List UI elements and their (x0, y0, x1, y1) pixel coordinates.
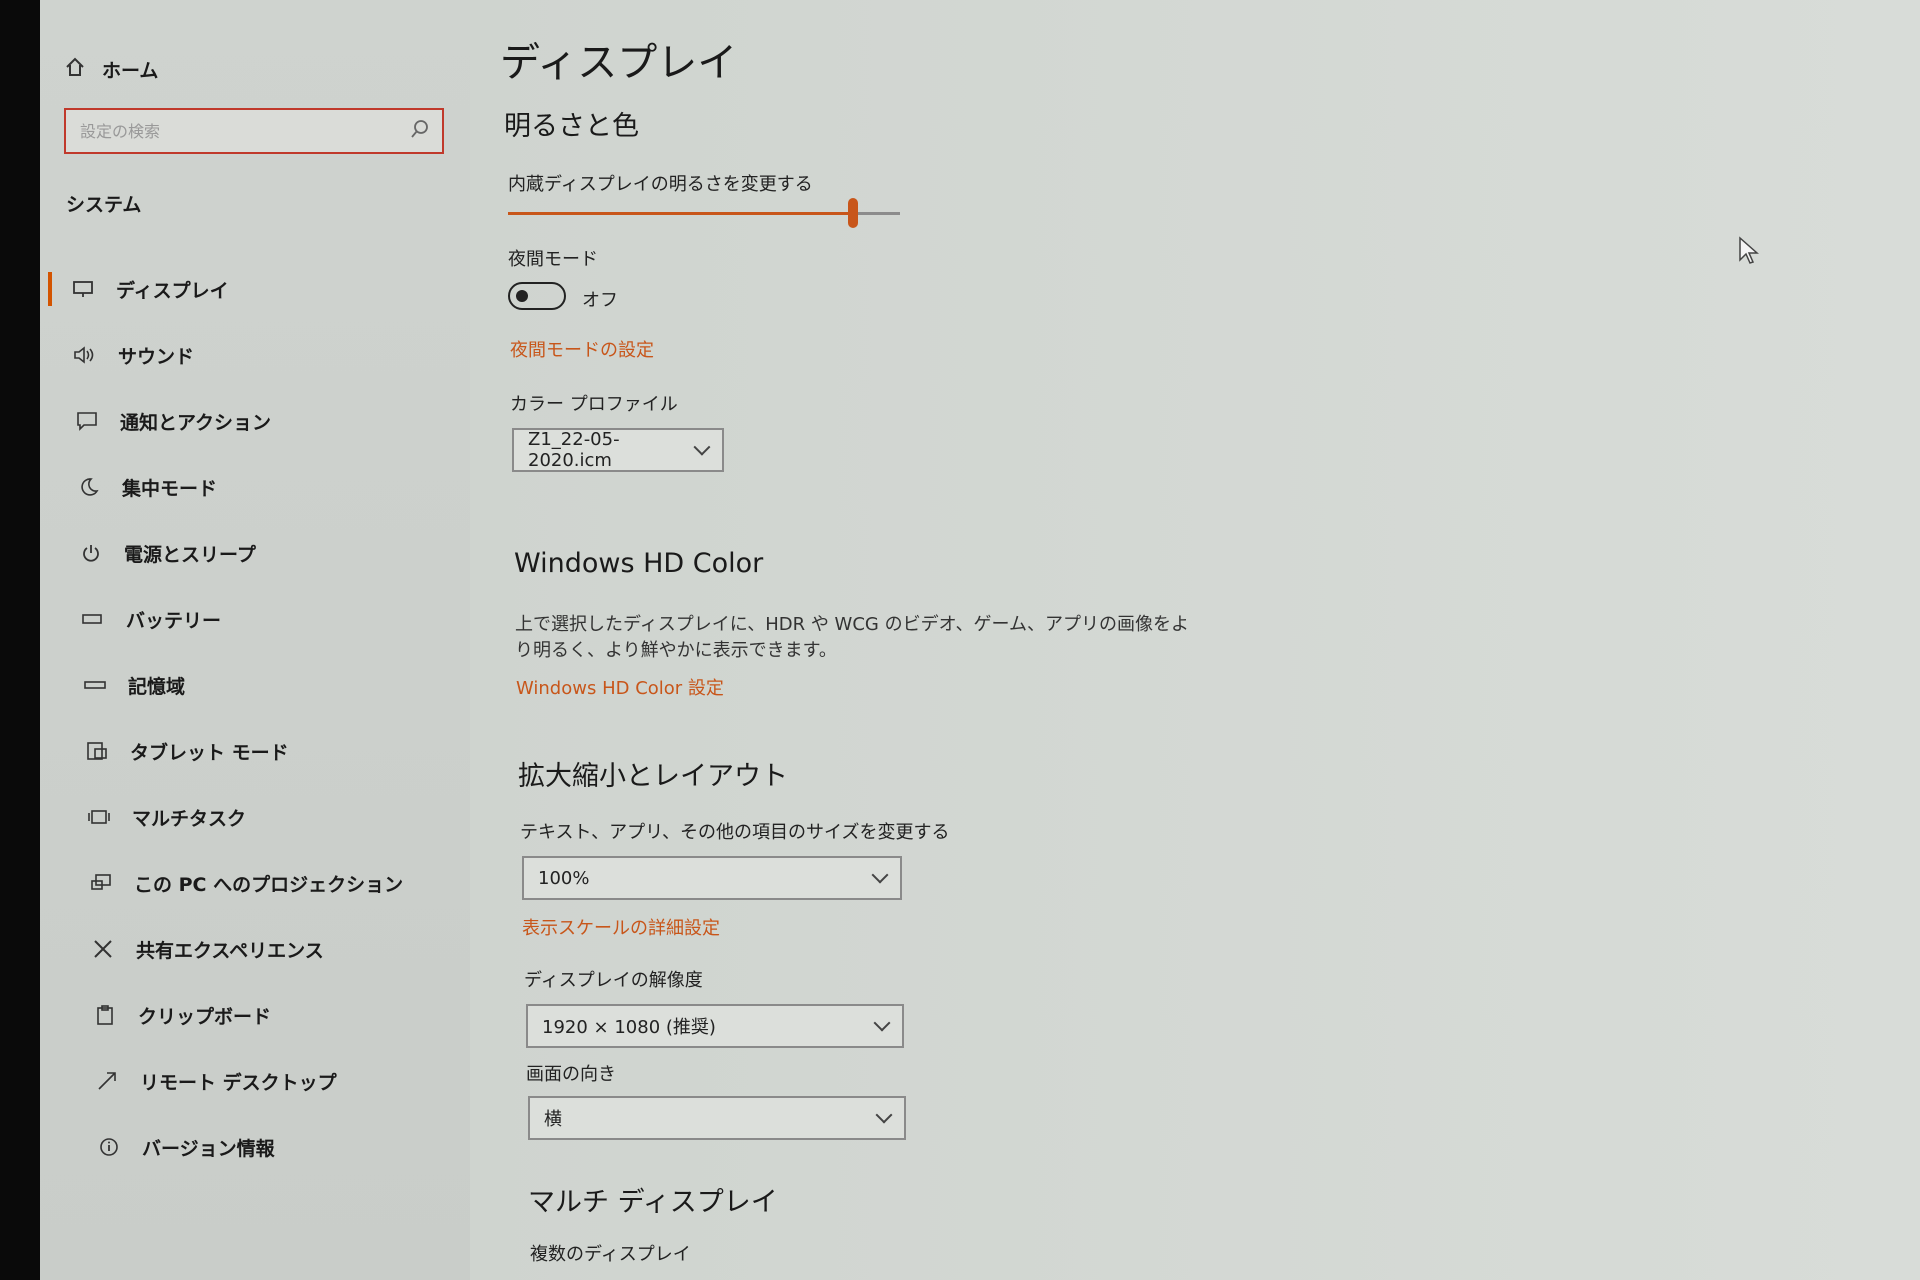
sidebar-item-shared[interactable]: 共有エクスペリエンス (40, 916, 470, 982)
power-icon (78, 540, 104, 566)
brightness-heading: 明るさと色 (504, 111, 639, 142)
sidebar-item-label: 通知とアクション (120, 411, 272, 434)
screen-bezel (0, 0, 40, 1280)
sidebar-item-storage[interactable]: 記憶域 (40, 652, 470, 718)
notification-icon (74, 408, 100, 434)
night-mode-state: オフ (582, 290, 618, 311)
sidebar-item-tablet[interactable]: タブレット モード (40, 718, 470, 784)
storage-icon (82, 672, 108, 698)
sidebar-item-remote-desktop[interactable]: リモート デスクトップ (40, 1048, 470, 1114)
chevron-down-icon (871, 866, 889, 884)
night-mode-label: 夜間モード (508, 249, 598, 270)
multi-display-heading: マルチ ディスプレイ (528, 1187, 778, 1218)
sidebar-item-power[interactable]: 電源とスリープ (40, 520, 470, 586)
sidebar-nav: ディスプレイ サウンド 通知とアクション 集中モード 電源とスリープ バッテリー… (40, 256, 470, 1180)
sidebar-item-label: クリップボード (138, 1005, 272, 1028)
mouse-cursor-icon (1738, 236, 1760, 270)
sidebar-item-notifications[interactable]: 通知とアクション (40, 388, 470, 454)
sidebar-item-label: この PC へのプロジェクション (134, 873, 404, 896)
sidebar-item-label: 集中モード (122, 477, 218, 500)
brightness-slider-fill (508, 212, 853, 215)
page-title: ディスプレイ (500, 40, 738, 86)
search-box[interactable] (64, 108, 444, 154)
sidebar-item-multitask[interactable]: マルチタスク (40, 784, 470, 850)
chevron-down-icon (873, 1014, 891, 1032)
remote-desktop-icon (94, 1068, 120, 1094)
sidebar-item-about[interactable]: バージョン情報 (40, 1114, 470, 1180)
sidebar-item-label: リモート デスクトップ (140, 1071, 337, 1094)
sidebar-item-label: バージョン情報 (142, 1137, 275, 1160)
sidebar-item-focus[interactable]: 集中モード (40, 454, 470, 520)
sidebar-item-display[interactable]: ディスプレイ (40, 256, 470, 322)
sidebar-item-battery[interactable]: バッテリー (40, 586, 470, 652)
night-mode-toggle[interactable] (508, 282, 566, 310)
home-link[interactable]: ホーム (64, 56, 158, 83)
resolution-dropdown[interactable]: 1920 × 1080 (推奨) (526, 1004, 904, 1048)
home-label: ホーム (102, 60, 159, 82)
hd-color-settings-link[interactable]: Windows HD Color 設定 (516, 674, 724, 700)
sidebar-item-sound[interactable]: サウンド (40, 322, 470, 388)
multitask-icon (86, 804, 112, 830)
scale-layout-heading: 拡大縮小とレイアウト (518, 761, 788, 792)
resolution-value: 1920 × 1080 (推奨) (542, 1017, 716, 1038)
sidebar-item-clipboard[interactable]: クリップボード (40, 982, 470, 1048)
sidebar-item-label: 共有エクスペリエンス (136, 939, 324, 962)
color-profile-label: カラー プロファイル (510, 394, 678, 415)
sidebar-item-label: バッテリー (126, 609, 222, 632)
sidebar-item-label: マルチタスク (132, 807, 247, 830)
search-icon[interactable] (410, 119, 430, 143)
brightness-slider-thumb[interactable] (847, 198, 858, 228)
brightness-slider-label: 内蔵ディスプレイの明るさを変更する (508, 174, 813, 195)
moon-icon (76, 474, 102, 500)
home-icon (64, 56, 86, 83)
chevron-down-icon (875, 1106, 893, 1124)
color-profile-value: Z1_22-05-2020.icm (528, 429, 620, 471)
sidebar: ホーム システム ディスプレイ サウンド 通知とアクション 集中モード 電源とス… (40, 0, 470, 1280)
hd-color-heading: Windows HD Color (514, 548, 764, 579)
hd-color-description: 上で選択したディスプレイに、HDR や WCG のビデオ、ゲーム、アプリの画像を… (515, 614, 1189, 661)
battery-icon (80, 606, 106, 632)
projection-icon (88, 870, 114, 896)
sidebar-item-label: 記憶域 (128, 675, 186, 698)
main-content: ディスプレイ 明るさと色 内蔵ディスプレイの明るさを変更する 夜間モード オフ … (470, 0, 1920, 1280)
speaker-icon (72, 342, 98, 368)
orientation-dropdown[interactable]: 横 (528, 1096, 906, 1140)
sidebar-item-projection[interactable]: この PC へのプロジェクション (40, 850, 470, 916)
sidebar-item-label: ディスプレイ (116, 279, 229, 302)
clipboard-icon (92, 1002, 118, 1028)
info-icon (96, 1134, 122, 1160)
night-mode-settings-link[interactable]: 夜間モードの設定 (510, 336, 654, 362)
scale-size-value: 100% (538, 867, 590, 889)
section-label-system: システム (66, 194, 142, 216)
resolution-label: ディスプレイの解像度 (524, 970, 703, 991)
orientation-value: 横 (544, 1109, 562, 1130)
color-profile-dropdown[interactable]: Z1_22-05-2020.icm (512, 428, 724, 472)
monitor-icon (70, 276, 96, 302)
tablet-icon (84, 738, 110, 764)
scale-size-dropdown[interactable]: 100% (522, 856, 902, 900)
scale-size-label: テキスト、アプリ、その他の項目のサイズを変更する (520, 822, 950, 843)
sidebar-item-label: サウンド (118, 345, 195, 368)
sidebar-item-label: 電源とスリープ (124, 543, 256, 566)
advanced-scale-link[interactable]: 表示スケールの詳細設定 (522, 914, 720, 940)
orientation-label: 画面の向き (526, 1064, 616, 1085)
sidebar-item-label: タブレット モード (130, 741, 289, 764)
brightness-slider[interactable] (508, 198, 900, 228)
multiple-displays-label: 複数のディスプレイ (530, 1244, 691, 1265)
shared-icon (90, 936, 116, 962)
search-input[interactable] (78, 120, 382, 142)
